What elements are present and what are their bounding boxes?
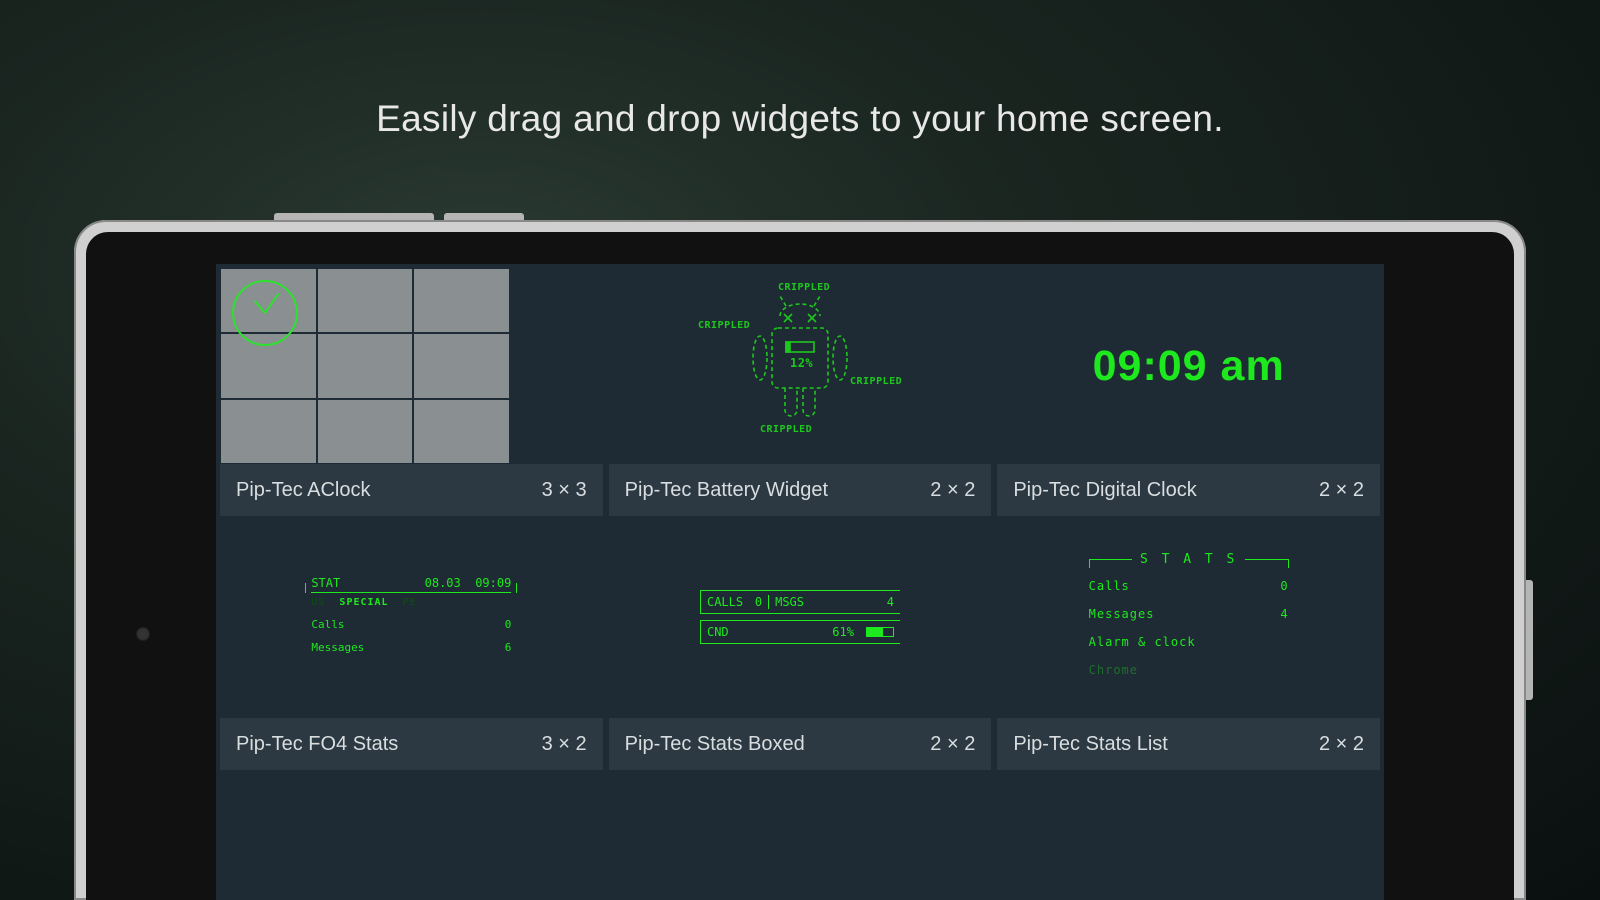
row-label: Calls [311,618,344,631]
row-value: 6 [505,641,512,654]
widget-name: Pip-Tec Stats Boxed [625,733,805,756]
digital-clock-icon: 09:09 am [1093,342,1285,391]
row-label: Messages [1089,607,1155,621]
widget-tile-digital-clock[interactable]: 09:09 am Pip-Tec Digital Clock 2 × 2 [997,268,1380,516]
widget-size: 3 × 3 [542,479,587,502]
tab-us: US [311,597,325,608]
promo-headline: Easily drag and drop widgets to your hom… [0,98,1600,140]
stat-label: STAT [311,576,340,590]
tablet-device-frame: Pip-Tec AClock 3 × 3 [74,220,1526,900]
crippled-label: CRIPPLED [698,320,750,331]
widget-name: Pip-Tec Digital Clock [1013,479,1196,502]
cnd-bar-icon [866,627,894,637]
crippled-label: CRIPPLED [850,376,902,387]
tablet-button-notch [274,213,434,220]
widget-tile-battery[interactable]: CRIPPLED CRIPPLED CRIPPLED CRIPPLED 12% … [609,268,992,516]
tablet-camera-icon [136,627,150,641]
widget-name: Pip-Tec AClock [236,479,371,502]
row-label: Chrome [1089,663,1138,677]
tablet-button-notch [444,213,524,220]
tab-special: SPECIAL [339,597,388,608]
row-label: Calls [1089,579,1130,593]
widget-size: 3 × 2 [542,733,587,756]
calls-label: CALLS [707,595,743,609]
crippled-label: CRIPPLED [760,424,812,435]
widget-tile-stats-list[interactable]: S T A T S Calls 0 Messages 4 Alarm & clock… [997,522,1380,770]
row-value: 4 [1280,607,1288,621]
msgs-label: MSGS [775,595,804,609]
analog-clock-icon [232,280,298,346]
widget-name: Pip-Tec Stats List [1013,733,1168,756]
widget-tile-fo4-stats[interactable]: STAT 08.03 09:09 US SPECIAL PE Calls 0 Me… [220,522,603,770]
widget-tile-stats-boxed[interactable]: CALLS 0 MSGS 4 CND 61% [609,522,992,770]
cnd-label: CND [707,625,729,639]
widget-size: 2 × 2 [930,733,975,756]
stat-date: 08.03 [425,576,461,590]
stats-list-preview: S T A T S Calls 0 Messages 4 Alarm & clock… [1089,552,1289,691]
widget-size: 2 × 2 [930,479,975,502]
widget-size: 2 × 2 [1319,479,1364,502]
widget-name: Pip-Tec FO4 Stats [236,733,398,756]
row-label: Messages [311,641,364,654]
stat-time: 09:09 [475,576,511,590]
cnd-value: 61% [832,625,854,639]
widget-picker-screen: Pip-Tec AClock 3 × 3 [216,264,1384,900]
battery-android-icon: CRIPPLED CRIPPLED CRIPPLED CRIPPLED 12% [690,276,910,456]
fo4-stats-preview: STAT 08.03 09:09 US SPECIAL PE Calls 0 Me… [311,576,511,664]
battery-percent: 12% [790,356,813,370]
row-label: Alarm & clock [1089,635,1196,649]
tab-pe: PE [403,597,417,608]
row-value: 0 [1280,579,1288,593]
widget-size: 2 × 2 [1319,733,1364,756]
stats-header: S T A T S [1132,552,1245,567]
stats-boxed-preview: CALLS 0 MSGS 4 CND 61% [700,590,900,650]
widget-tile-aclock[interactable]: Pip-Tec AClock 3 × 3 [220,268,603,516]
msgs-value: 4 [887,595,894,609]
calls-value: 0 [749,595,769,609]
tablet-volume-notch [1526,580,1533,700]
row-value: 0 [505,618,512,631]
tablet-bezel: Pip-Tec AClock 3 × 3 [86,232,1514,900]
widget-name: Pip-Tec Battery Widget [625,479,828,502]
crippled-label: CRIPPLED [778,282,830,293]
